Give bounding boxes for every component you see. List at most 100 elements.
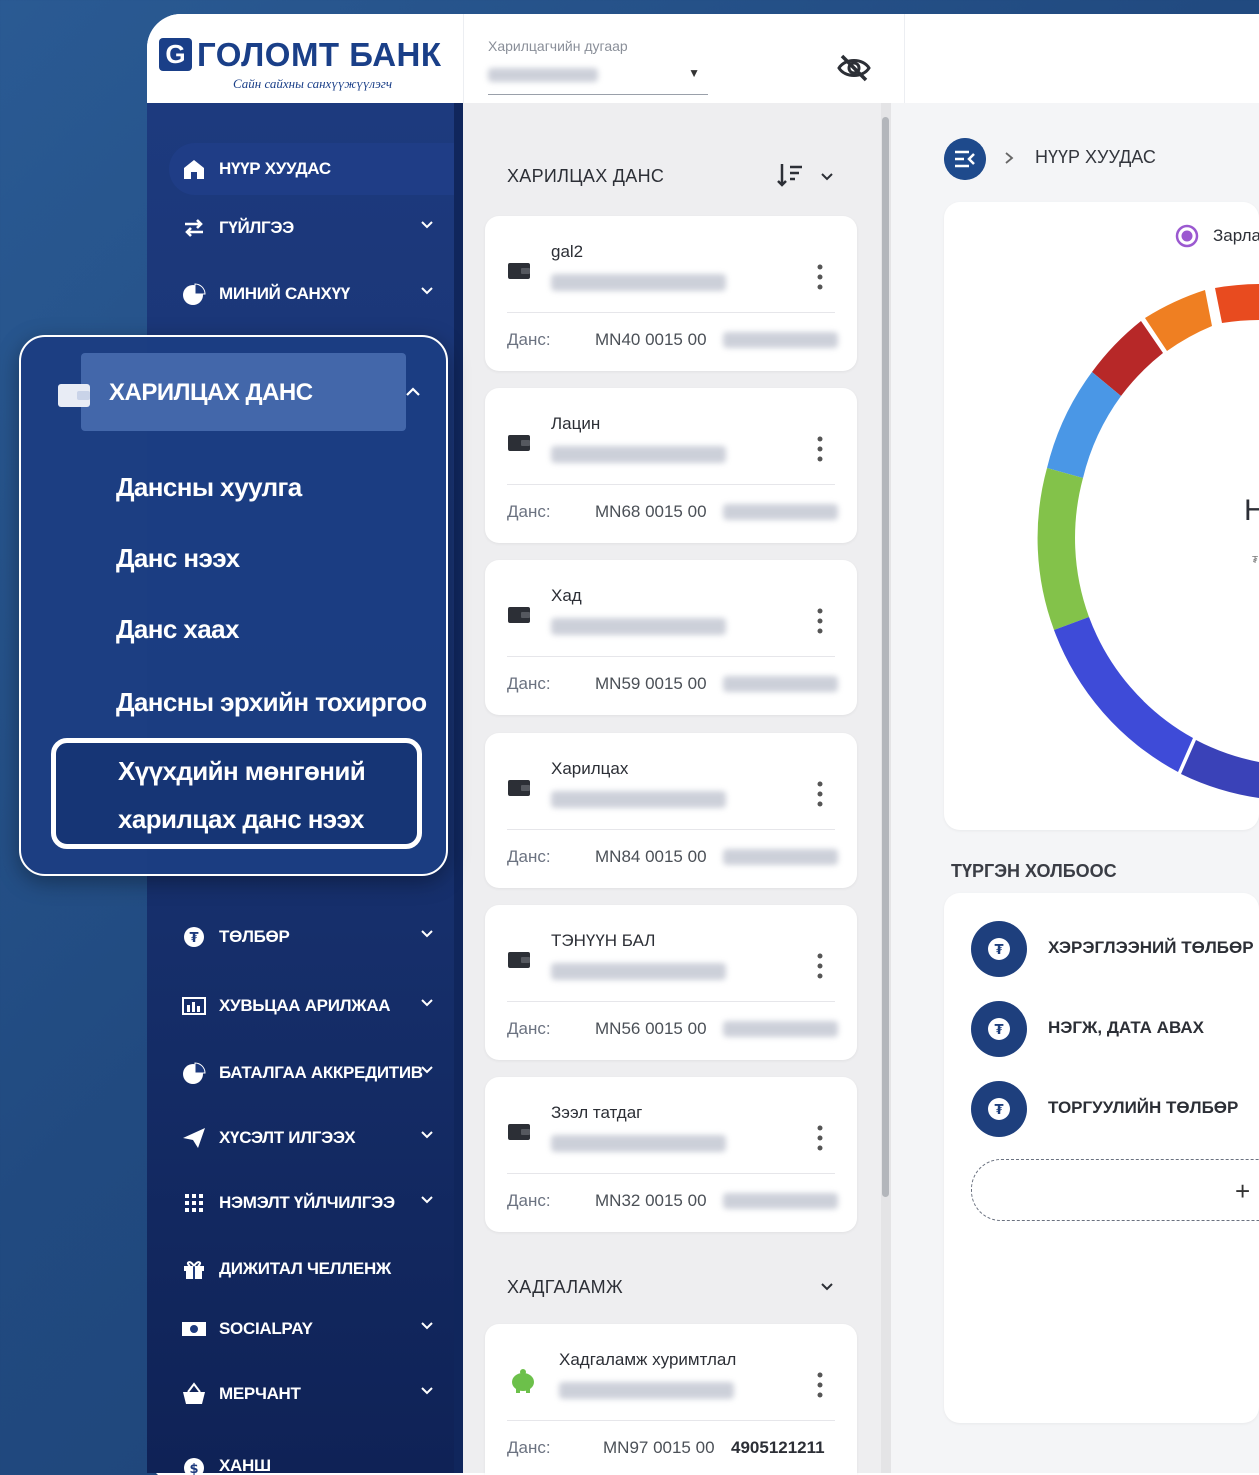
eye-off-icon[interactable]	[835, 51, 873, 85]
more-vertical-icon[interactable]	[817, 436, 823, 462]
sidebar-item-label: БАТАЛГАА АККРЕДИТИВ	[219, 1063, 423, 1082]
bank-logo[interactable]: G ГОЛОМТ БАНК Сайн сайхны санхүүжүүлэгч	[159, 36, 444, 96]
chevron-down-icon	[421, 1066, 433, 1074]
submenu-title[interactable]: ХАРИЛЦАХ ДАНС	[109, 379, 313, 407]
grid-icon	[185, 1194, 203, 1212]
donut-segment	[1215, 284, 1259, 323]
add-quick-link-button[interactable]	[971, 1159, 1259, 1221]
more-vertical-icon[interactable]	[817, 1372, 823, 1398]
sidebar-item-socialpay[interactable]: SOCIALPAY	[169, 1303, 454, 1355]
quick-link-utility-payment[interactable]: ₮ ХЭРЭГЛЭЭНИЙ ТӨЛБӨР	[970, 920, 1259, 978]
account-label: Данс:	[507, 847, 551, 866]
account-label: Данс:	[507, 502, 551, 521]
sidebar-item-label: НҮҮР ХУУДАС	[219, 159, 331, 178]
account-balance-hidden	[551, 274, 726, 291]
account-iban: MN56 0015 00	[595, 1019, 707, 1038]
account-iban: MN59 0015 00	[595, 674, 707, 693]
account-number-hidden	[723, 332, 838, 348]
account-name: gal2	[551, 242, 584, 261]
sidebar-item-home[interactable]: НҮҮР ХУУДАС	[169, 143, 454, 195]
stock-chart-icon	[182, 997, 206, 1015]
account-name: Хад	[551, 586, 582, 605]
sidebar-item-stock-trading[interactable]: ХУВЬЦАА АРИЛЖАА	[169, 980, 454, 1032]
chevron-up-icon[interactable]	[404, 385, 422, 399]
chevron-down-icon	[421, 1322, 433, 1330]
sidebar-item-send-request[interactable]: ХҮСЭЛТ ИЛГЭЭХ	[169, 1112, 454, 1164]
account-card[interactable]: gal2 Данс: MN40 0015 00	[485, 216, 857, 371]
account-label: Данс:	[507, 1191, 551, 1210]
account-card[interactable]: Харилцах Данс: MN84 0015 00	[485, 733, 857, 888]
accounts-scrollbar-thumb[interactable]	[882, 117, 889, 1197]
sidebar-item-label: ДИЖИТАЛ ЧЕЛЛЕНЖ	[219, 1259, 391, 1278]
svg-text:₮: ₮	[994, 1103, 1003, 1118]
coin-icon: ₮	[184, 927, 204, 947]
sidebar-item-payment[interactable]: ₮ ТӨЛБӨР	[169, 911, 454, 963]
account-card[interactable]: Лацин Данс: MN68 0015 00	[485, 388, 857, 543]
savings-card[interactable]: Хадгаламж хуримтлал Данс: MN97 0015 00 4…	[485, 1324, 857, 1475]
chevron-down-icon[interactable]	[820, 170, 834, 184]
quick-link-label: ХЭРЭГЛЭЭНИЙ ТӨЛБӨР	[1048, 938, 1254, 957]
breadcrumb[interactable]: НҮҮР ХУУДАС	[1035, 147, 1156, 168]
sidebar-item-extra-services[interactable]: НЭМЭЛТ ҮЙЛЧИЛГЭЭ	[169, 1177, 454, 1229]
customer-number-label: Харилцагчийн дугаар	[488, 38, 628, 54]
chevron-down-icon	[421, 1131, 433, 1139]
quick-link-topup-data[interactable]: ₮ НЭГЖ, ДАТА АВАХ	[970, 1000, 1259, 1058]
account-label: Данс:	[507, 1438, 551, 1457]
svg-text:$: $	[189, 1462, 198, 1475]
account-card[interactable]: ТЭНҮҮН БАЛ Данс: MN56 0015 00	[485, 905, 857, 1060]
sort-icon[interactable]	[776, 161, 804, 189]
more-vertical-icon[interactable]	[817, 264, 823, 290]
more-vertical-icon[interactable]	[817, 953, 823, 979]
submenu-item-account-permissions[interactable]: Дансны эрхийн тохиргоо	[116, 687, 427, 718]
gift-icon	[184, 1261, 204, 1279]
more-vertical-icon[interactable]	[817, 608, 823, 634]
account-iban: MN32 0015 00	[595, 1191, 707, 1210]
savings-iban: MN97 0015 00	[603, 1438, 715, 1457]
home-icon	[184, 160, 204, 179]
coin-icon: ₮	[971, 1001, 1027, 1057]
coin-icon: ₮	[971, 1081, 1027, 1137]
sidebar-item-label: ХҮСЭЛТ ИЛГЭЭХ	[219, 1128, 356, 1147]
donut-segment	[1054, 617, 1193, 772]
menu-collapse-button[interactable]	[944, 138, 986, 180]
sidebar-item-my-finance[interactable]: МИНИЙ САНХҮҮ	[169, 268, 454, 320]
submenu-item-statement[interactable]: Дансны хуулга	[116, 472, 302, 503]
legend-radio-icon[interactable]	[1175, 224, 1199, 248]
sidebar-item-digital-challenge[interactable]: ДИЖИТАЛ ЧЕЛЛЕНЖ	[169, 1243, 454, 1295]
svg-text:₮: ₮	[994, 1023, 1003, 1038]
sidebar-item-exchange-rate[interactable]: $ ХАНШ	[169, 1440, 454, 1475]
account-number-hidden	[723, 676, 838, 692]
sidebar-item-label: НЭМЭЛТ ҮЙЛЧИЛГЭЭ	[219, 1193, 395, 1212]
wallet-icon	[508, 780, 530, 796]
sidebar-item-guarantee[interactable]: БАТАЛГАА АККРЕДИТИВ	[169, 1047, 454, 1099]
svg-text:₮: ₮	[994, 943, 1003, 958]
sidebar-item-transactions[interactable]: ГҮЙЛГЭЭ	[169, 202, 454, 254]
account-number-hidden	[723, 1193, 838, 1209]
submenu-item-open-account[interactable]: Данс нээх	[116, 543, 240, 574]
wallet-icon	[508, 435, 530, 451]
submenu-item-close-account[interactable]: Данс хаах	[116, 614, 239, 645]
more-vertical-icon[interactable]	[817, 1125, 823, 1151]
transfer-icon	[185, 219, 203, 237]
submenu-item-open-child-account[interactable]: Хүүхдийн мөнгөний харилцах данс нээх	[51, 738, 422, 849]
basket-icon	[183, 1382, 205, 1404]
bank-name: ГОЛОМТ БАНК	[197, 36, 442, 73]
sidebar-item-merchant[interactable]: МЕРЧАНТ	[169, 1368, 454, 1420]
quick-link-fine-payment[interactable]: ₮ ТОРГУУЛИЙН ТӨЛБӨР	[970, 1080, 1259, 1138]
section-title-savings: ХАДГАЛАМЖ	[507, 1277, 623, 1297]
sidebar-item-label: ГҮЙЛГЭЭ	[219, 218, 294, 237]
sidebar-scrollbar[interactable]	[454, 103, 463, 1473]
more-vertical-icon[interactable]	[817, 781, 823, 807]
customer-number-select[interactable]: ▼	[488, 62, 708, 95]
coin-icon: ₮	[971, 921, 1027, 977]
account-iban: MN84 0015 00	[595, 847, 707, 866]
account-card[interactable]: Хад Данс: MN59 0015 00	[485, 560, 857, 715]
account-number-hidden	[723, 504, 838, 520]
account-card[interactable]: Зээл татдаг Данс: MN32 0015 00	[485, 1077, 857, 1232]
plus-icon: +	[1235, 1176, 1251, 1206]
logo-mark: G	[159, 38, 192, 71]
account-label: Данс:	[507, 674, 551, 693]
wallet-icon	[508, 1124, 530, 1140]
chevron-down-icon[interactable]	[820, 1280, 834, 1294]
donut-segment	[1047, 372, 1121, 478]
